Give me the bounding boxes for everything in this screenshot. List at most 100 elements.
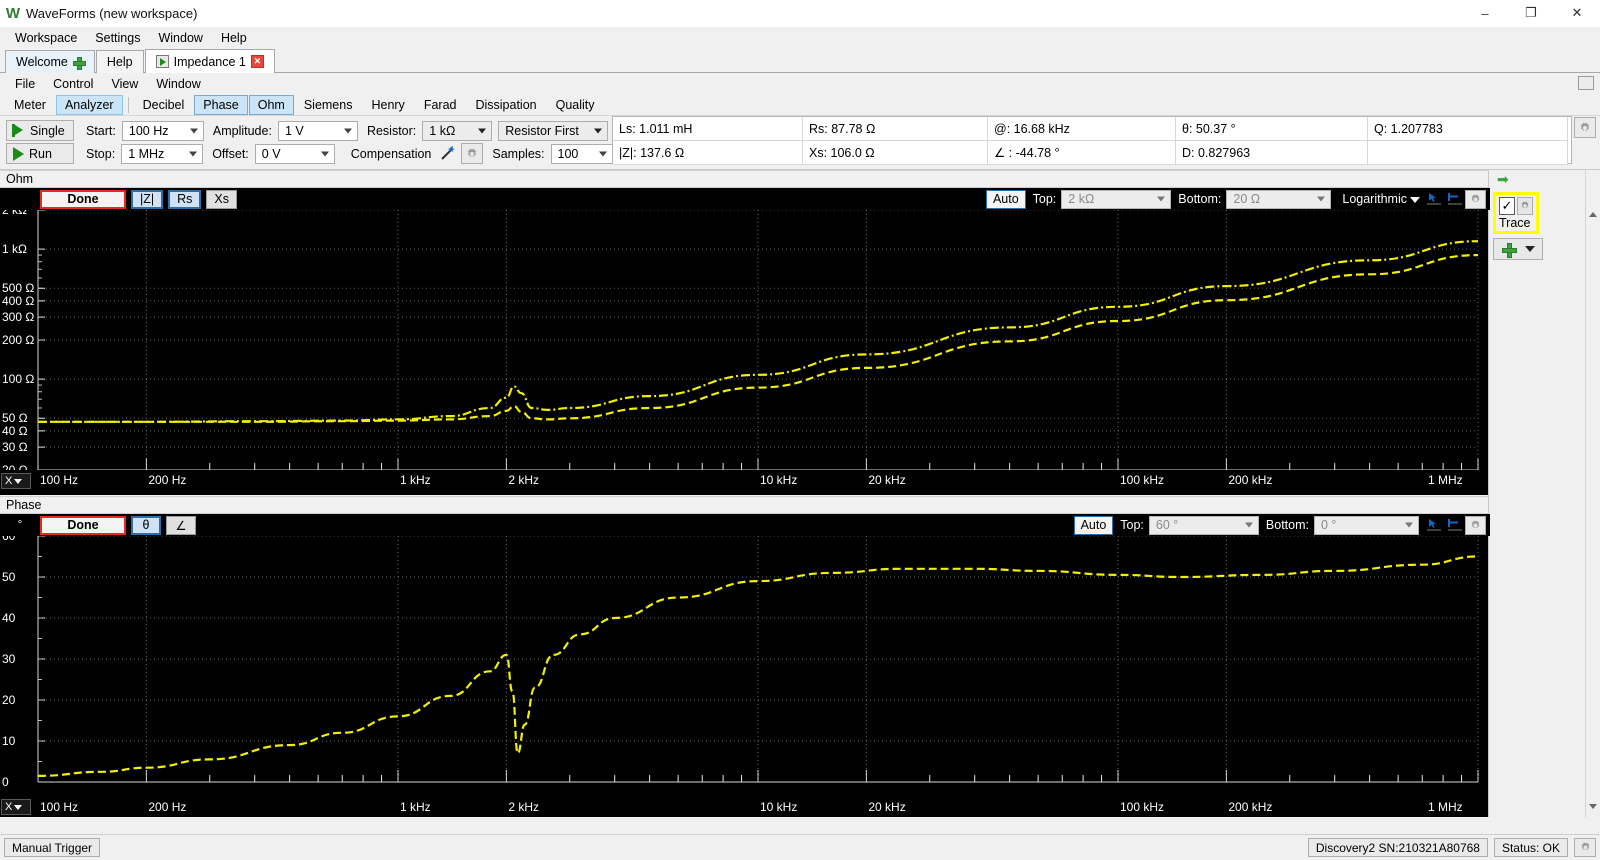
tab-impedance-1[interactable]: Impedance 1 ✕ bbox=[145, 49, 275, 73]
phase-plot[interactable]: 6050403020100 ° Done θ ∠ Auto Top: 60 ° … bbox=[0, 514, 1490, 797]
phase-plot-canvas bbox=[0, 514, 1490, 797]
mode-meter[interactable]: Meter bbox=[5, 95, 55, 115]
instmenu-file[interactable]: File bbox=[6, 75, 44, 93]
maximize-button[interactable]: ❐ bbox=[1508, 0, 1554, 27]
readout-angle: ∠ : -44.78 ° bbox=[988, 141, 1176, 165]
scroll-up-icon[interactable] bbox=[1589, 212, 1597, 217]
ohm-scale-select[interactable]: Logarithmic bbox=[1337, 190, 1423, 209]
ohm-bottom-label: Bottom: bbox=[1178, 192, 1221, 206]
instmenu-control[interactable]: Control bbox=[44, 75, 102, 93]
phase-top-input[interactable]: 60 ° bbox=[1149, 516, 1259, 535]
mode-quality[interactable]: Quality bbox=[547, 95, 604, 115]
stop-frequency-input[interactable]: 1 MHz bbox=[121, 144, 203, 164]
mode-analyzer[interactable]: Analyzer bbox=[56, 95, 123, 115]
phase-done-button[interactable]: Done bbox=[40, 516, 126, 535]
ohm-trace-rs[interactable]: Rs bbox=[168, 190, 201, 209]
stop-label: Stop: bbox=[86, 147, 115, 161]
app-logo-icon: W bbox=[0, 5, 26, 22]
scroll-down-icon[interactable] bbox=[1589, 804, 1597, 809]
chevron-down-icon[interactable] bbox=[1525, 246, 1535, 252]
run-button[interactable]: Run bbox=[6, 143, 74, 164]
mode-henry[interactable]: Henry bbox=[362, 95, 413, 115]
resistor-select[interactable]: 1 kΩ bbox=[422, 121, 492, 141]
mode-dissipation[interactable]: Dissipation bbox=[466, 95, 545, 115]
phase-bottom-input[interactable]: 0 ° bbox=[1314, 516, 1419, 535]
trace-controls-row: ✓ bbox=[1499, 197, 1533, 215]
x-tick-label: 1 MHz bbox=[1428, 473, 1463, 487]
x-tick-label: 20 kHz bbox=[868, 800, 905, 814]
close-button[interactable]: ✕ bbox=[1554, 0, 1600, 27]
tab-welcome[interactable]: Welcome bbox=[5, 50, 95, 73]
y-tick-label: 20 bbox=[2, 693, 15, 707]
manual-trigger-button[interactable]: Manual Trigger bbox=[4, 838, 100, 857]
ohm-trace-z[interactable]: |Z| bbox=[131, 190, 163, 209]
x-tick-label: 1 MHz bbox=[1428, 800, 1463, 814]
ohm-settings-button[interactable] bbox=[1465, 190, 1486, 209]
trace-checkbox[interactable]: ✓ bbox=[1499, 197, 1515, 215]
phase-trace-theta[interactable]: θ bbox=[131, 516, 161, 535]
plus-icon[interactable] bbox=[73, 57, 84, 68]
mode-ohm[interactable]: Ohm bbox=[249, 95, 294, 115]
single-button[interactable]: Single bbox=[6, 120, 74, 141]
offset-input[interactable]: 0 V bbox=[255, 144, 335, 164]
ohm-bottom-input[interactable]: 20 Ω bbox=[1226, 190, 1331, 209]
menu-window[interactable]: Window bbox=[149, 29, 211, 47]
trace-settings-button[interactable] bbox=[1517, 197, 1533, 215]
measurement-order-value: Resistor First bbox=[505, 124, 579, 138]
mode-decibel[interactable]: Decibel bbox=[134, 95, 194, 115]
ohm-panel-title: Ohm bbox=[6, 172, 33, 186]
readout-settings-button[interactable] bbox=[1574, 117, 1596, 138]
phase-cursor-button[interactable] bbox=[1423, 516, 1444, 535]
measurement-order-select[interactable]: Resistor First bbox=[498, 121, 608, 141]
phase-trace-angle[interactable]: ∠ bbox=[166, 516, 196, 535]
phase-settings-button[interactable] bbox=[1465, 516, 1486, 535]
menu-help[interactable]: Help bbox=[212, 29, 256, 47]
workspace-tabstrip: Welcome Help Impedance 1 ✕ bbox=[0, 49, 1600, 73]
phase-panel-title: Phase bbox=[6, 498, 41, 512]
x-tick-label: 200 Hz bbox=[148, 800, 186, 814]
phase-x-axis-button[interactable]: X bbox=[1, 799, 31, 815]
phase-top-value: 60 ° bbox=[1156, 518, 1178, 532]
dock-scrollbar[interactable] bbox=[1585, 170, 1600, 817]
mode-farad[interactable]: Farad bbox=[415, 95, 466, 115]
compensation-settings-button[interactable] bbox=[461, 143, 483, 164]
x-tick-label: 100 Hz bbox=[40, 800, 78, 814]
trace-label: Trace bbox=[1499, 216, 1533, 230]
resistor-label: Resistor: bbox=[367, 124, 416, 138]
cursor-arrow-icon bbox=[1426, 518, 1442, 532]
device-status[interactable]: Discovery2 SN:210321A80768 bbox=[1308, 838, 1488, 857]
ohm-marker-button[interactable] bbox=[1444, 190, 1465, 209]
add-trace-button[interactable] bbox=[1493, 238, 1543, 260]
phase-auto-button[interactable]: Auto bbox=[1074, 516, 1114, 535]
ohm-auto-button[interactable]: Auto bbox=[986, 190, 1026, 209]
status-badge[interactable]: Status: OK bbox=[1494, 838, 1568, 857]
phase-unit-label: ° bbox=[0, 519, 40, 531]
mode-siemens[interactable]: Siemens bbox=[295, 95, 362, 115]
ohm-trace-xs[interactable]: Xs bbox=[206, 190, 237, 209]
menu-workspace[interactable]: Workspace bbox=[6, 29, 86, 47]
ohm-plot[interactable]: 2 kΩ1 kΩ500 Ω400 Ω300 Ω200 Ω100 Ω50 Ω40 … bbox=[0, 188, 1490, 495]
instmenu-window[interactable]: Window bbox=[147, 75, 209, 93]
start-frequency-input[interactable]: 100 Hz bbox=[122, 121, 204, 141]
amplitude-input[interactable]: 1 V bbox=[278, 121, 358, 141]
x-tick-label: 2 kHz bbox=[508, 473, 539, 487]
trace-item[interactable]: ✓ Trace bbox=[1493, 192, 1539, 234]
close-icon[interactable]: ✕ bbox=[251, 55, 264, 68]
menu-settings[interactable]: Settings bbox=[86, 29, 149, 47]
ohm-top-input[interactable]: 2 kΩ bbox=[1061, 190, 1171, 209]
ohm-done-button[interactable]: Done bbox=[40, 190, 126, 209]
compensation-wizard-button[interactable] bbox=[437, 143, 459, 164]
marker-icon bbox=[1447, 192, 1463, 206]
tab-help[interactable]: Help bbox=[96, 50, 144, 73]
phase-marker-button[interactable] bbox=[1444, 516, 1465, 535]
mode-phase[interactable]: Phase bbox=[194, 95, 247, 115]
arrow-right-icon[interactable]: ➡ bbox=[1497, 172, 1509, 186]
readout-frequency: @: 16.68 kHz bbox=[988, 117, 1176, 141]
instmenu-view[interactable]: View bbox=[102, 75, 147, 93]
ohm-x-axis-button[interactable]: X bbox=[1, 473, 31, 489]
statusbar-settings-button[interactable] bbox=[1574, 838, 1596, 857]
samples-input[interactable]: 100 bbox=[551, 144, 613, 164]
panel-restore-icon[interactable] bbox=[1578, 76, 1594, 90]
ohm-cursor-button[interactable] bbox=[1423, 190, 1444, 209]
minimize-button[interactable]: – bbox=[1462, 0, 1508, 27]
